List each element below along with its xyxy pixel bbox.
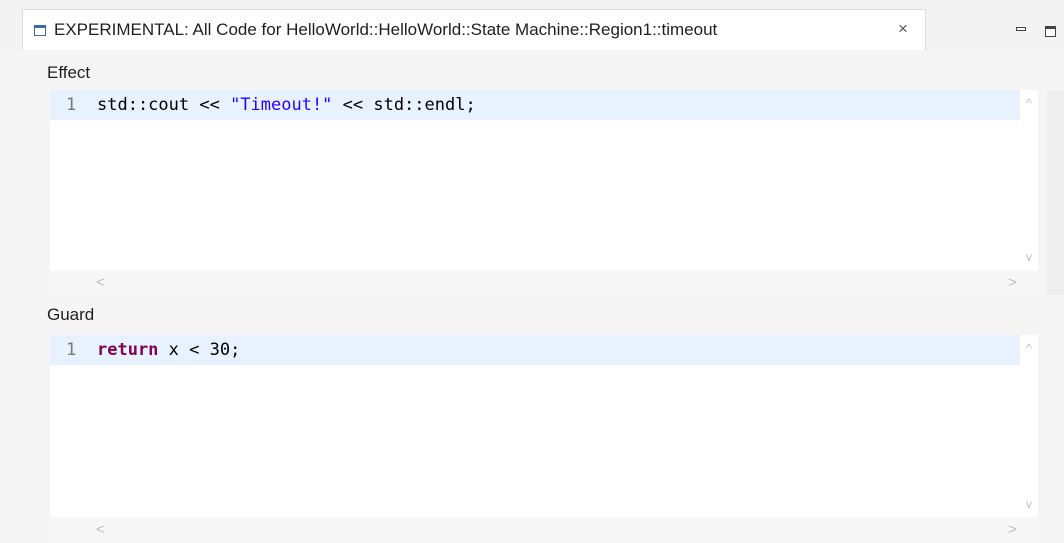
guard-section-label: Guard [47,305,95,324]
scroll-down-icon[interactable]: v [1020,496,1038,512]
scroll-left-icon[interactable]: < [96,522,105,538]
maximize-icon[interactable] [1045,26,1056,37]
current-line-highlight: 1 std::cout << "Timeout!" << std::endl; [50,90,1020,120]
view-window-icon [34,25,46,36]
scroll-right-icon[interactable]: > [1008,522,1017,538]
guard-code-editor[interactable]: 1 return x < 30; ^ v [50,335,1038,517]
line-number: 1 [66,340,77,360]
code-line[interactable]: std::cout << "Timeout!" << std::endl; [97,94,476,116]
current-line-highlight: 1 return x < 30; [50,335,1020,365]
vertical-scrollbar[interactable]: ^ v [1020,335,1038,517]
code-line[interactable]: return x < 30; [97,339,240,361]
close-icon[interactable]: × [898,19,908,39]
keyword-token: return [97,340,159,360]
vertical-scrollbar[interactable]: ^ v [1020,90,1038,270]
code-token: << std::endl; [332,95,476,115]
view-tab[interactable]: EXPERIMENTAL: All Code for HelloWorld::H… [22,9,926,50]
string-literal-token: "Timeout!" [230,95,333,115]
minimize-icon[interactable] [1016,27,1026,31]
scroll-up-icon[interactable]: ^ [1020,95,1038,111]
view-tab-title: EXPERIMENTAL: All Code for HelloWorld::H… [54,20,718,39]
code-token: std::cout << [97,95,231,115]
horizontal-scrollbar[interactable]: < > [50,270,1038,296]
line-number: 1 [66,95,77,115]
scroll-down-icon[interactable]: v [1020,249,1038,265]
overview-ruler [1047,90,1064,295]
effect-code-editor[interactable]: 1 std::cout << "Timeout!" << std::endl; … [50,90,1038,270]
scroll-left-icon[interactable]: < [96,275,105,291]
scroll-up-icon[interactable]: ^ [1020,340,1038,356]
scroll-right-icon[interactable]: > [1008,275,1017,291]
code-token: x < 30; [158,340,241,360]
view-tab-strip: EXPERIMENTAL: All Code for HelloWorld::H… [0,0,1064,50]
horizontal-scrollbar[interactable]: < > [50,517,1038,543]
effect-section-label: Effect [47,63,91,82]
code-view-window: EXPERIMENTAL: All Code for HelloWorld::H… [0,0,1064,543]
